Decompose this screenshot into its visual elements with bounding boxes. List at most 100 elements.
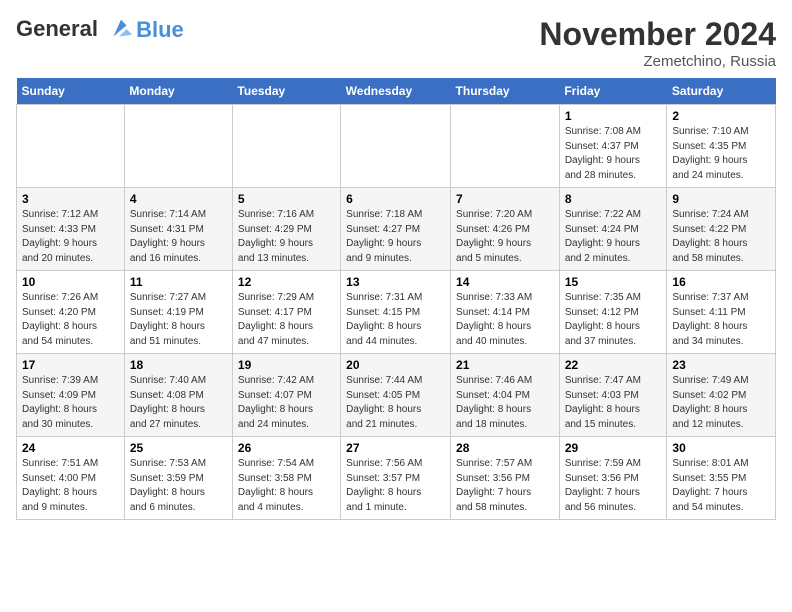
day-number: 29 [565, 441, 662, 455]
day-number: 25 [130, 441, 227, 455]
day-cell [124, 105, 232, 188]
header-day-thursday: Thursday [451, 78, 560, 105]
day-info: Sunrise: 7:20 AM Sunset: 4:26 PM Dayligh… [456, 208, 554, 266]
day-info: Sunrise: 7:26 AM Sunset: 4:20 PM Dayligh… [22, 291, 119, 349]
day-info: Sunrise: 7:08 AM Sunset: 4:37 PM Dayligh… [565, 125, 662, 183]
month-title: November 2024 [539, 16, 776, 53]
day-number: 26 [238, 441, 335, 455]
day-number: 13 [346, 275, 445, 289]
day-info: Sunrise: 7:12 AM Sunset: 4:33 PM Dayligh… [22, 208, 119, 266]
logo-general: General [16, 16, 98, 41]
day-number: 21 [456, 358, 554, 372]
day-info: Sunrise: 7:47 AM Sunset: 4:03 PM Dayligh… [565, 374, 662, 432]
day-cell: 15Sunrise: 7:35 AM Sunset: 4:12 PM Dayli… [559, 271, 667, 354]
day-number: 7 [456, 192, 554, 206]
day-cell: 28 Sunrise: 7:57 AM Sunset: 3:56 PM Dayli… [451, 437, 560, 520]
day-number: 8 [565, 192, 662, 206]
day-cell: 17 Sunrise: 7:39 AM Sunset: 4:09 PM Dayli… [17, 354, 125, 437]
day-info: Sunrise: 7:44 AM Sunset: 4:05 PM Dayligh… [346, 374, 445, 432]
day-number: 6 [346, 192, 445, 206]
day-cell: 8 Sunrise: 7:22 AM Sunset: 4:24 PM Daylig… [559, 188, 667, 271]
day-number: 19 [238, 358, 335, 372]
day-cell [17, 105, 125, 188]
day-cell: 23Sunrise: 7:49 AM Sunset: 4:02 PM Dayli… [667, 354, 776, 437]
day-cell: 24Sunrise: 7:51 AM Sunset: 4:00 PM Dayli… [17, 437, 125, 520]
day-number: 10 [22, 275, 119, 289]
week-row-1: 1 Sunrise: 7:08 AM Sunset: 4:37 PM Daylig… [17, 105, 776, 188]
day-cell: 12 Sunrise: 7:29 AM Sunset: 4:17 PM Dayli… [232, 271, 340, 354]
day-info: Sunrise: 7:46 AM Sunset: 4:04 PM Dayligh… [456, 374, 554, 432]
day-cell [451, 105, 560, 188]
day-cell: 22 Sunrise: 7:47 AM Sunset: 4:03 PM Dayli… [559, 354, 667, 437]
day-number: 28 [456, 441, 554, 455]
logo-icon [106, 16, 134, 44]
day-info: Sunrise: 7:42 AM Sunset: 4:07 PM Dayligh… [238, 374, 335, 432]
day-info: Sunrise: 7:35 AM Sunset: 4:12 PM Dayligh… [565, 291, 662, 349]
day-info: Sunrise: 8:01 AM Sunset: 3:55 PM Dayligh… [672, 457, 770, 515]
day-cell: 6 Sunrise: 7:18 AM Sunset: 4:27 PM Daylig… [341, 188, 451, 271]
day-cell: 16Sunrise: 7:37 AM Sunset: 4:11 PM Dayli… [667, 271, 776, 354]
header-day-wednesday: Wednesday [341, 78, 451, 105]
day-info: Sunrise: 7:22 AM Sunset: 4:24 PM Dayligh… [565, 208, 662, 266]
day-number: 5 [238, 192, 335, 206]
day-number: 9 [672, 192, 770, 206]
day-cell: 18Sunrise: 7:40 AM Sunset: 4:08 PM Dayli… [124, 354, 232, 437]
day-cell [232, 105, 340, 188]
day-cell: 3 Sunrise: 7:12 AM Sunset: 4:33 PM Daylig… [17, 188, 125, 271]
day-number: 4 [130, 192, 227, 206]
day-cell: 29 Sunrise: 7:59 AM Sunset: 3:56 PM Dayli… [559, 437, 667, 520]
day-number: 1 [565, 109, 662, 123]
day-cell: 25 Sunrise: 7:53 AM Sunset: 3:59 PM Dayli… [124, 437, 232, 520]
day-cell: 26 Sunrise: 7:54 AM Sunset: 3:58 PM Dayli… [232, 437, 340, 520]
day-cell: 2 Sunrise: 7:10 AM Sunset: 4:35 PM Daylig… [667, 105, 776, 188]
header-day-tuesday: Tuesday [232, 78, 340, 105]
day-info: Sunrise: 7:16 AM Sunset: 4:29 PM Dayligh… [238, 208, 335, 266]
day-info: Sunrise: 7:33 AM Sunset: 4:14 PM Dayligh… [456, 291, 554, 349]
header-day-friday: Friday [559, 78, 667, 105]
header-row: SundayMondayTuesdayWednesdayThursdayFrid… [17, 78, 776, 105]
day-cell: 20 Sunrise: 7:44 AM Sunset: 4:05 PM Dayli… [341, 354, 451, 437]
calendar-table: SundayMondayTuesdayWednesdayThursdayFrid… [16, 78, 776, 520]
day-info: Sunrise: 7:57 AM Sunset: 3:56 PM Dayligh… [456, 457, 554, 515]
day-cell: 10 Sunrise: 7:26 AM Sunset: 4:20 PM Dayli… [17, 271, 125, 354]
title-block: November 2024 Zemetchino, Russia [539, 16, 776, 70]
day-info: Sunrise: 7:27 AM Sunset: 4:19 PM Dayligh… [130, 291, 227, 349]
week-row-3: 10 Sunrise: 7:26 AM Sunset: 4:20 PM Dayli… [17, 271, 776, 354]
day-info: Sunrise: 7:56 AM Sunset: 3:57 PM Dayligh… [346, 457, 445, 515]
day-cell: 7 Sunrise: 7:20 AM Sunset: 4:26 PM Daylig… [451, 188, 560, 271]
week-row-2: 3 Sunrise: 7:12 AM Sunset: 4:33 PM Daylig… [17, 188, 776, 271]
logo: General Blue [16, 16, 184, 44]
day-number: 17 [22, 358, 119, 372]
day-number: 22 [565, 358, 662, 372]
page-header: General Blue November 2024 Zemetchino, R… [16, 16, 776, 70]
day-number: 18 [130, 358, 227, 372]
day-info: Sunrise: 7:59 AM Sunset: 3:56 PM Dayligh… [565, 457, 662, 515]
week-row-5: 24Sunrise: 7:51 AM Sunset: 4:00 PM Dayli… [17, 437, 776, 520]
day-info: Sunrise: 7:54 AM Sunset: 3:58 PM Dayligh… [238, 457, 335, 515]
day-cell: 19 Sunrise: 7:42 AM Sunset: 4:07 PM Dayli… [232, 354, 340, 437]
day-info: Sunrise: 7:10 AM Sunset: 4:35 PM Dayligh… [672, 125, 770, 183]
day-info: Sunrise: 7:39 AM Sunset: 4:09 PM Dayligh… [22, 374, 119, 432]
day-info: Sunrise: 7:37 AM Sunset: 4:11 PM Dayligh… [672, 291, 770, 349]
day-number: 11 [130, 275, 227, 289]
day-cell [341, 105, 451, 188]
day-number: 20 [346, 358, 445, 372]
day-info: Sunrise: 7:53 AM Sunset: 3:59 PM Dayligh… [130, 457, 227, 515]
day-info: Sunrise: 7:29 AM Sunset: 4:17 PM Dayligh… [238, 291, 335, 349]
day-cell: 13Sunrise: 7:31 AM Sunset: 4:15 PM Dayli… [341, 271, 451, 354]
day-number: 30 [672, 441, 770, 455]
header-day-saturday: Saturday [667, 78, 776, 105]
day-cell: 14Sunrise: 7:33 AM Sunset: 4:14 PM Dayli… [451, 271, 560, 354]
day-number: 12 [238, 275, 335, 289]
day-number: 3 [22, 192, 119, 206]
day-number: 2 [672, 109, 770, 123]
day-info: Sunrise: 7:49 AM Sunset: 4:02 PM Dayligh… [672, 374, 770, 432]
location: Zemetchino, Russia [539, 53, 776, 70]
week-row-4: 17 Sunrise: 7:39 AM Sunset: 4:09 PM Dayli… [17, 354, 776, 437]
day-cell: 27Sunrise: 7:56 AM Sunset: 3:57 PM Dayli… [341, 437, 451, 520]
day-info: Sunrise: 7:18 AM Sunset: 4:27 PM Dayligh… [346, 208, 445, 266]
day-cell: 5 Sunrise: 7:16 AM Sunset: 4:29 PM Daylig… [232, 188, 340, 271]
day-cell: 30 Sunrise: 8:01 AM Sunset: 3:55 PM Dayli… [667, 437, 776, 520]
day-cell: 4Sunrise: 7:14 AM Sunset: 4:31 PM Daylig… [124, 188, 232, 271]
header-day-monday: Monday [124, 78, 232, 105]
